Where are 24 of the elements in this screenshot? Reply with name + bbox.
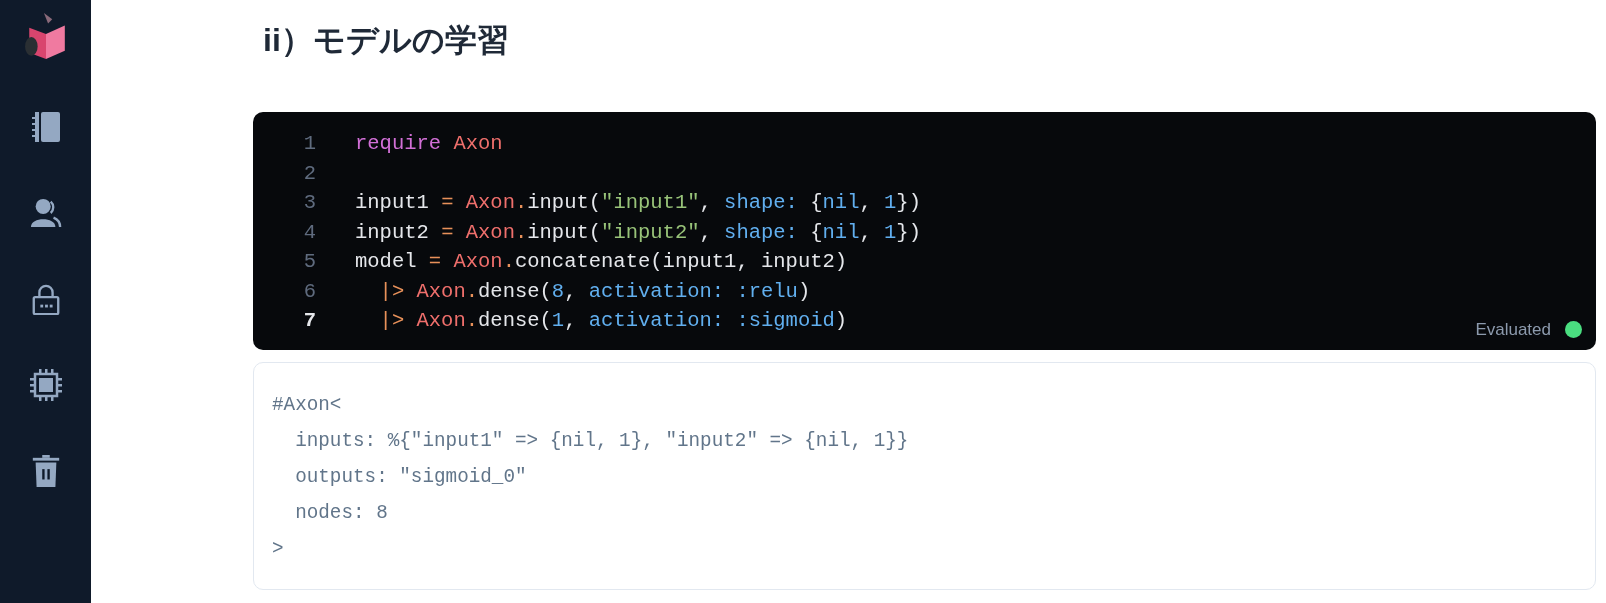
line-number: 5 bbox=[302, 250, 316, 274]
code-line: input1 = Axon.input("input1", shape: {nil, 1}) bbox=[355, 191, 921, 215]
code-cell[interactable] bbox=[253, 112, 1596, 350]
status-label: Evaluated bbox=[1475, 319, 1551, 340]
line-number: 3 bbox=[302, 191, 316, 215]
output-line: outputs: "sigmoid_0" bbox=[294, 464, 528, 490]
chip-icon[interactable] bbox=[29, 369, 62, 401]
line-number: 6 bbox=[302, 279, 316, 303]
line-number: 4 bbox=[302, 220, 316, 244]
output-line: nodes: 8 bbox=[294, 500, 389, 526]
code-line: model = Axon.concatenate(input1, input2) bbox=[355, 250, 848, 274]
output-line: > bbox=[272, 536, 285, 562]
code-line: |> Axon.dense(8, activation: :relu) bbox=[378, 279, 811, 303]
users-icon[interactable] bbox=[29, 197, 62, 229]
code-line: require Axon bbox=[355, 132, 503, 156]
output-line: inputs: %{"input1" => {nil, 1}, "input2" => {nil, 1}} bbox=[294, 428, 910, 454]
line-number: 1 bbox=[302, 132, 316, 156]
output-line: #Axon< bbox=[272, 392, 343, 418]
code-line: |> Axon.dense(1, activation: :sigmoid) bbox=[378, 309, 848, 333]
section-heading: ii）モデルの学習 bbox=[263, 21, 510, 60]
line-number: 7 bbox=[302, 309, 316, 333]
line-number: 2 bbox=[302, 161, 316, 185]
code-line: input2 = Axon.input("input2", shape: {nil, 1}) bbox=[355, 220, 921, 244]
notebook-icon[interactable] bbox=[29, 111, 62, 143]
